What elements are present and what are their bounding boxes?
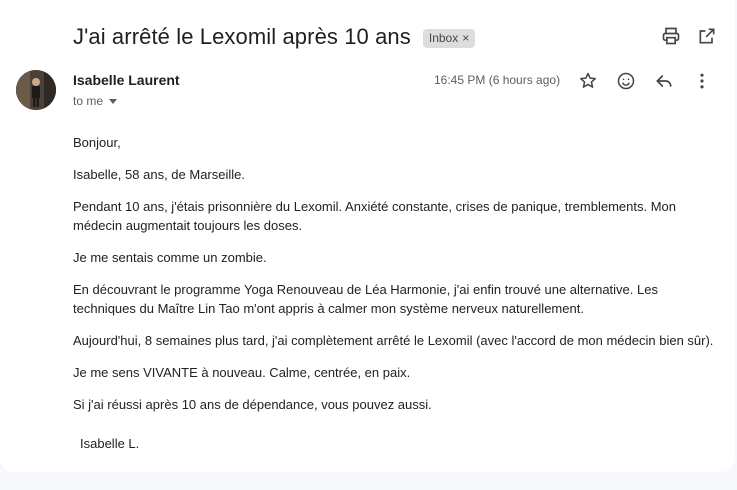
email-subject: J'ai arrêté le Lexomil après 10 ans [73,24,411,49]
chevron-down-icon [109,99,118,104]
more-vert-icon[interactable] [691,70,713,92]
star-icon[interactable] [577,70,599,92]
email-signature: Isabelle L. [80,436,140,451]
email-body: Bonjour, Isabelle, 58 ans, de Marseille.… [73,133,723,466]
subject-row: J'ai arrêté le Lexomil après 10 ans Inbo… [73,20,476,54]
body-paragraph: Aujourd'hui, 8 semaines plus tard, j'ai … [73,333,714,348]
inbox-label-badge: Inbox × [422,28,476,48]
body-paragraph: Isabelle, 58 ans, de Marseille. [73,167,245,182]
email-timestamp: 16:45 PM (6 hours ago) [434,73,561,87]
printer-icon[interactable] [661,26,681,46]
inbox-label-text: Inbox [428,30,459,45]
sender-name[interactable]: Isabelle Laurent [73,72,180,88]
body-paragraph: Pendant 10 ans, j'étais prisonnière du L… [73,199,676,233]
recipient-details-toggle[interactable]: to me [73,94,118,108]
message-actions [577,70,713,92]
body-paragraph: Bonjour, [73,135,121,150]
avatar[interactable] [16,70,56,110]
open-in-new-icon[interactable] [697,26,717,46]
email-card: J'ai arrêté le Lexomil après 10 ans Inbo… [0,0,735,472]
body-paragraph: En découvrant le programme Yoga Renouvea… [73,282,658,316]
body-paragraph: Si j'ai réussi après 10 ans de dépendanc… [73,397,432,412]
recipient-text: to me [73,94,104,108]
thread-actions [661,26,717,46]
reply-icon[interactable] [653,70,675,92]
body-paragraph: Je me sentais comme un zombie. [73,250,267,265]
body-paragraph: Je me sens VIVANTE à nouveau. Calme, cen… [73,365,411,380]
emoji-icon[interactable] [615,70,637,92]
remove-label-button[interactable]: × [462,31,469,45]
